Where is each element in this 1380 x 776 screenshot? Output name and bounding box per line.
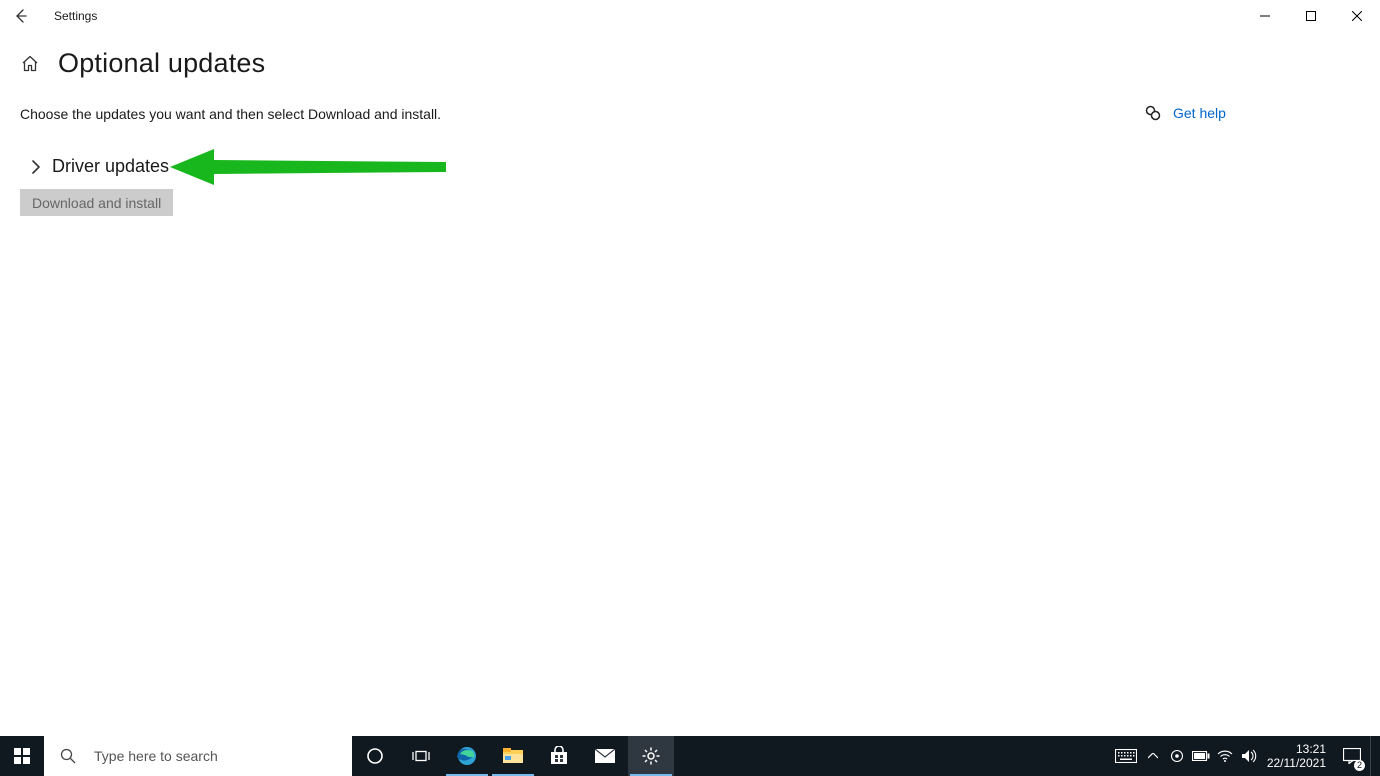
get-help-icon xyxy=(1145,105,1161,121)
taskbar-clock[interactable]: 13:21 22/11/2021 xyxy=(1261,742,1334,770)
edge-icon xyxy=(456,745,478,767)
window-titlebar: Settings xyxy=(0,0,1380,32)
page-title: Optional updates xyxy=(58,48,265,79)
store-icon xyxy=(549,746,569,766)
maximize-icon xyxy=(1306,11,1316,21)
tray-input-indicator[interactable] xyxy=(1111,736,1141,776)
help-link-area[interactable]: Get help xyxy=(1145,105,1226,121)
action-center-button[interactable]: 2 xyxy=(1334,736,1370,776)
minimize-icon xyxy=(1260,11,1270,21)
taskbar: Type here to search xyxy=(0,736,1380,776)
chevron-up-icon xyxy=(1148,753,1158,759)
chevron-right-icon xyxy=(28,159,44,175)
driver-updates-label: Driver updates xyxy=(52,156,169,177)
windows-icon xyxy=(14,748,30,764)
taskbar-app-store[interactable] xyxy=(536,736,582,776)
clock-time: 13:21 xyxy=(1267,742,1326,756)
action-center-badge: 2 xyxy=(1354,760,1365,771)
maximize-button[interactable] xyxy=(1288,0,1334,32)
home-icon xyxy=(21,55,39,73)
home-button[interactable] xyxy=(20,54,40,74)
get-help-link[interactable]: Get help xyxy=(1173,105,1226,121)
cortana-icon xyxy=(366,747,384,765)
volume-icon xyxy=(1241,749,1257,763)
task-view-icon xyxy=(412,749,430,763)
task-view-button[interactable] xyxy=(398,736,444,776)
close-button[interactable] xyxy=(1334,0,1380,32)
search-icon xyxy=(60,748,76,764)
taskbar-app-mail[interactable] xyxy=(582,736,628,776)
page-header: Optional updates xyxy=(20,48,265,79)
taskbar-apps xyxy=(352,736,674,776)
clock-date: 22/11/2021 xyxy=(1267,756,1326,770)
annotation-arrow xyxy=(170,148,446,186)
titlebar-left: Settings xyxy=(0,0,97,32)
taskbar-app-settings[interactable] xyxy=(628,736,674,776)
download-and-install-button[interactable]: Download and install xyxy=(20,189,173,216)
cortana-button[interactable] xyxy=(352,736,398,776)
wifi-icon xyxy=(1217,750,1233,762)
keyboard-icon xyxy=(1115,749,1137,763)
close-icon xyxy=(1352,11,1362,21)
tray-volume[interactable] xyxy=(1237,736,1261,776)
battery-icon xyxy=(1192,751,1210,761)
page-intro-text: Choose the updates you want and then sel… xyxy=(20,106,441,122)
tray-location[interactable] xyxy=(1165,736,1189,776)
taskbar-app-edge[interactable] xyxy=(444,736,490,776)
system-tray: 13:21 22/11/2021 2 xyxy=(1111,736,1380,776)
start-button[interactable] xyxy=(0,736,44,776)
minimize-button[interactable] xyxy=(1242,0,1288,32)
file-explorer-icon xyxy=(503,748,523,764)
taskbar-search[interactable]: Type here to search xyxy=(44,736,352,776)
tray-battery[interactable] xyxy=(1189,736,1213,776)
driver-updates-expander[interactable]: Driver updates xyxy=(28,156,169,177)
back-button[interactable] xyxy=(0,0,42,32)
mail-icon xyxy=(595,749,615,763)
tray-show-hidden[interactable] xyxy=(1141,736,1165,776)
search-placeholder: Type here to search xyxy=(94,748,218,764)
app-title: Settings xyxy=(54,9,97,23)
location-icon xyxy=(1170,749,1184,763)
gear-icon xyxy=(642,747,660,765)
show-desktop-button[interactable] xyxy=(1370,736,1376,776)
tray-wifi[interactable] xyxy=(1213,736,1237,776)
arrow-left-icon xyxy=(13,8,29,24)
window-controls xyxy=(1242,0,1380,32)
taskbar-app-file-explorer[interactable] xyxy=(490,736,536,776)
